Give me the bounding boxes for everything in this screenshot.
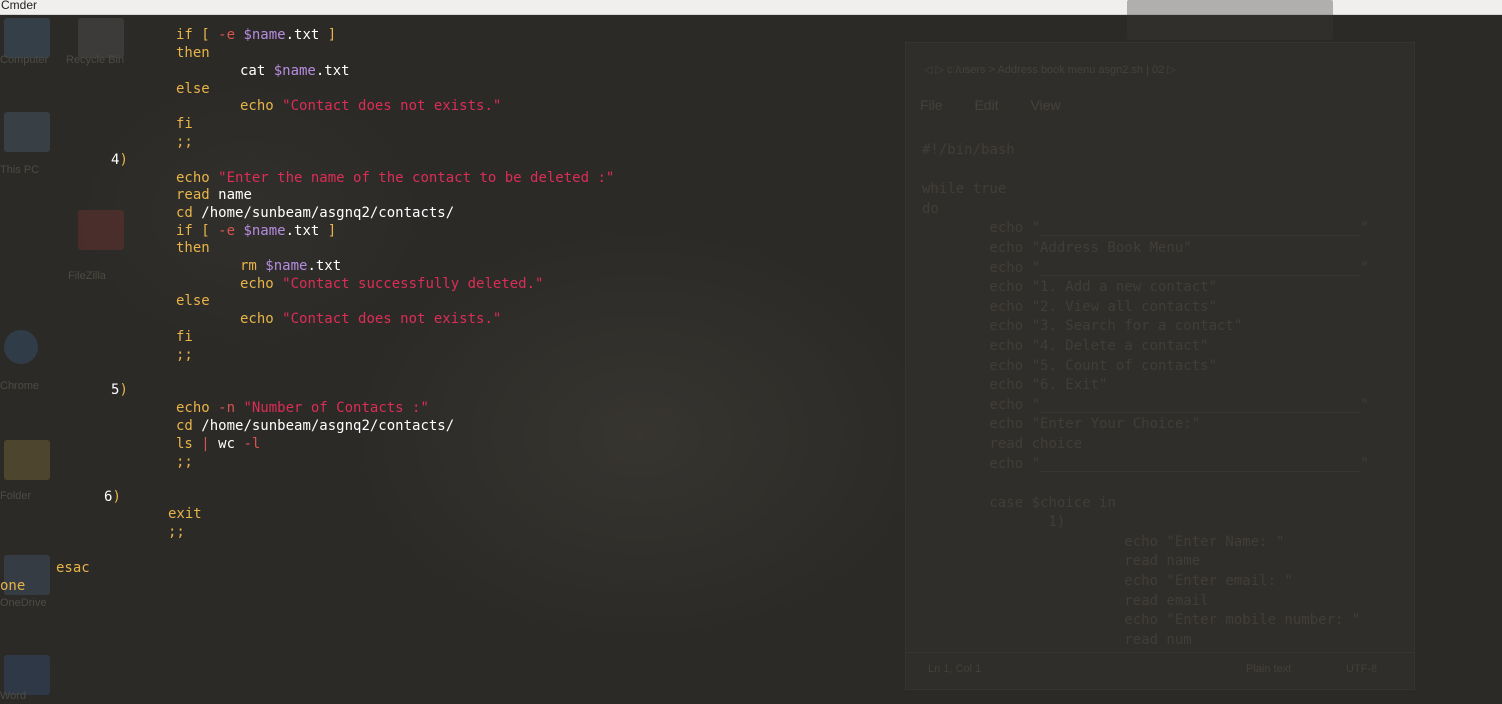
code-token: fi: [176, 329, 193, 345]
code-token: ;;: [176, 454, 193, 470]
code-token: .txt: [307, 258, 342, 274]
code-token: "Contact does not exists.": [282, 98, 502, 114]
editor-breadcrumb: ◁ ▷ c:/users > Address book menu asgn2.s…: [924, 64, 1176, 76]
code-token: .txt: [285, 223, 328, 239]
terminal-line: 5): [111, 381, 128, 399]
code-token: "Enter the name of the contact to be del…: [218, 170, 615, 186]
code-token: exit: [168, 506, 202, 522]
terminal-line: ;;: [176, 346, 193, 364]
background-image-thumbnail: [1127, 0, 1333, 40]
menu-view[interactable]: View: [1030, 97, 1060, 113]
terminal-line: if [ -e $name.txt ]: [176, 26, 336, 44]
code-token: rm: [240, 258, 266, 274]
code-token: echo: [176, 400, 219, 416]
menu-edit[interactable]: Edit: [974, 97, 998, 113]
code-token: ;;: [176, 134, 193, 150]
terminal-line: ls | wc -l: [176, 435, 260, 453]
background-editor-window[interactable]: ◁ ▷ c:/users > Address book menu asgn2.s…: [905, 42, 1415, 690]
code-token: echo: [176, 170, 219, 186]
code-token: $name: [243, 27, 286, 43]
code-token: ;;: [176, 347, 193, 363]
terminal-line: rm $name.txt: [240, 257, 341, 275]
terminal-line: then: [176, 44, 210, 62]
code-token: ]: [327, 223, 337, 239]
code-token: if [: [176, 223, 219, 239]
window-title: Cmder: [1, 0, 38, 12]
code-token: $name: [265, 258, 308, 274]
code-token: .txt: [315, 63, 350, 79]
terminal-line: echo "Contact does not exists.": [240, 97, 501, 115]
code-token: echo: [240, 311, 283, 327]
code-token: name: [218, 187, 252, 203]
code-token: $name: [273, 63, 316, 79]
code-token: esac: [56, 560, 90, 576]
code-token: cat: [240, 63, 274, 79]
terminal-line: echo "Contact does not exists.": [240, 310, 501, 328]
code-token: then: [176, 45, 210, 61]
code-token: ls: [176, 436, 202, 452]
terminal-line: cd /home/sunbeam/asgnq2/contacts/: [176, 204, 454, 222]
terminal-line: cd /home/sunbeam/asgnq2/contacts/: [176, 417, 454, 435]
terminal-line: ;;: [176, 133, 193, 151]
terminal-line: ;;: [176, 453, 193, 471]
code-token: else: [176, 293, 210, 309]
terminal-line: fi: [176, 115, 193, 133]
code-token: fi: [176, 116, 193, 132]
menu-file[interactable]: File: [920, 97, 943, 113]
code-token: else: [176, 81, 210, 97]
terminal-line: ;;: [168, 523, 185, 541]
code-token: "Contact successfully deleted.": [282, 276, 544, 292]
code-token: then: [176, 240, 210, 256]
code-token: $name: [243, 223, 286, 239]
editor-topbar: ◁ ▷ c:/users > Address book menu asgn2.s…: [906, 57, 1414, 83]
editor-menu: File Edit View: [920, 97, 1089, 113]
terminal-line: echo -n "Number of Contacts :": [176, 399, 429, 417]
terminal-line: else: [176, 80, 210, 98]
terminal-line: 6): [104, 488, 121, 506]
code-token: ]: [327, 27, 337, 43]
code-token: /home/sunbeam/asgnq2/contacts/: [201, 418, 455, 434]
code-token: "Contact does not exists.": [282, 311, 502, 327]
terminal-line: cat $name.txt: [240, 62, 350, 80]
terminal-line: if [ -e $name.txt ]: [176, 222, 336, 240]
code-token: ): [119, 152, 128, 168]
terminal-line: fi: [176, 328, 193, 346]
code-token: one: [0, 578, 26, 594]
code-token: cd: [176, 418, 202, 434]
code-token: wc: [218, 436, 244, 452]
editor-code[interactable]: #!/bin/bash while true do echo "________…: [922, 141, 1369, 650]
terminal-line: one: [0, 577, 25, 595]
terminal-output[interactable]: if [ -e $name.txt ] then cat $name.txt else…: [0, 15, 900, 704]
status-encoding: UTF-8: [1346, 663, 1378, 675]
code-token: -n: [218, 400, 244, 416]
code-token: /home/sunbeam/asgnq2/contacts/: [201, 205, 455, 221]
code-token: -e: [218, 27, 244, 43]
code-token: |: [201, 436, 219, 452]
terminal-line: then: [176, 239, 210, 257]
code-token: cd: [176, 205, 202, 221]
code-token: echo: [240, 276, 283, 292]
status-format: Plain text: [1246, 663, 1292, 675]
code-token: read: [176, 187, 219, 203]
code-token: -e: [218, 223, 244, 239]
code-token: ): [112, 489, 121, 505]
terminal-line: echo "Enter the name of the contact to b…: [176, 169, 614, 187]
terminal-line: else: [176, 292, 210, 310]
terminal-line: esac: [56, 559, 90, 577]
terminal-line: read name: [176, 186, 252, 204]
code-token: ;;: [168, 524, 185, 540]
terminal-line: exit: [168, 505, 202, 523]
editor-statusbar: Ln 1, Col 1 Plain text UTF-8: [906, 652, 1414, 689]
terminal-line: echo "Contact successfully deleted.": [240, 275, 543, 293]
code-token: "Number of Contacts :": [243, 400, 429, 416]
code-token: .txt: [285, 27, 328, 43]
code-token: -l: [243, 436, 261, 452]
code-token: ): [119, 382, 128, 398]
code-token: if [: [176, 27, 219, 43]
code-token: echo: [240, 98, 283, 114]
terminal-line: 4): [111, 151, 128, 169]
status-position: Ln 1, Col 1: [928, 663, 982, 675]
